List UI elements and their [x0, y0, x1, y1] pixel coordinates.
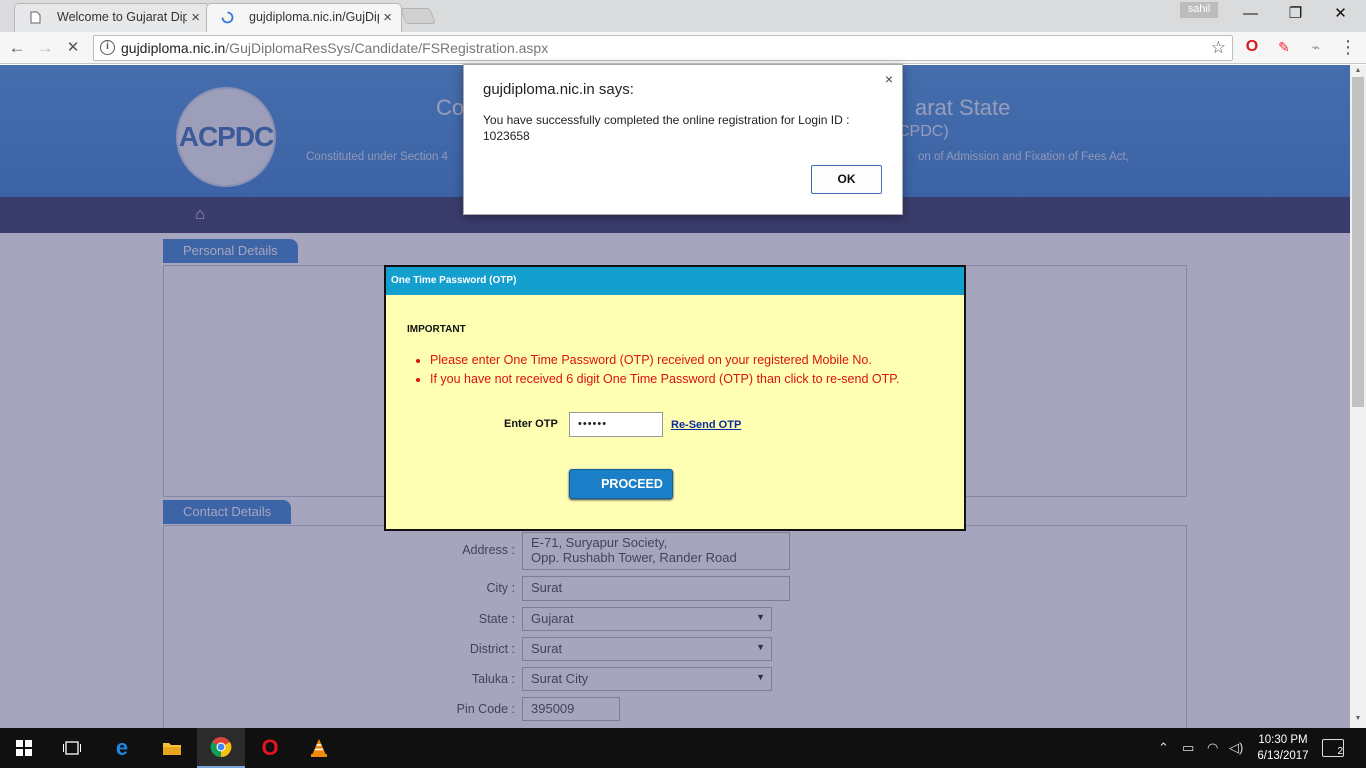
tab-title: gujdiploma.nic.in/GujDip: [249, 10, 379, 24]
volume-icon[interactable]: ◁): [1229, 740, 1243, 756]
task-view-icon[interactable]: [48, 728, 96, 768]
close-window-icon[interactable]: ✕: [1318, 4, 1363, 26]
otp-instructions: Please enter One Time Password (OTP) rec…: [430, 353, 899, 391]
file-explorer-icon[interactable]: [148, 728, 196, 768]
scroll-up-arrow-icon[interactable]: ▲: [1353, 67, 1363, 77]
tab-title: Welcome to Gujarat Dipl: [57, 10, 187, 24]
task-view-glyph: [63, 741, 81, 755]
page-scrollbar[interactable]: ▲ ▼: [1350, 65, 1366, 728]
start-windows-icon[interactable]: [0, 728, 48, 768]
minimize-icon[interactable]: —: [1228, 4, 1273, 26]
wifi-icon[interactable]: ◠: [1207, 740, 1218, 756]
browser-toolbar: ← → ✕ i gujdiploma.nic.in/GujDiplomaResS…: [0, 32, 1366, 64]
proceed-button[interactable]: PROCEED: [569, 469, 673, 499]
chrome-icon[interactable]: [197, 728, 245, 768]
bookmark-star-icon[interactable]: ☆: [1211, 38, 1226, 58]
stop-loading-icon[interactable]: ✕: [62, 37, 84, 59]
clock-date: 6/13/2017: [1257, 750, 1309, 762]
otp-instruction-item: If you have not received 6 digit One Tim…: [430, 372, 899, 386]
alert-title: gujdiploma.nic.in says:: [483, 81, 634, 98]
tray-expand-icon[interactable]: ⌃: [1158, 740, 1169, 756]
pdf-extension-icon[interactable]: ⌁: [1307, 38, 1325, 56]
opera-taskbar-icon[interactable]: O: [246, 728, 294, 768]
chrome-logo-icon: [210, 737, 232, 758]
battery-icon[interactable]: ▭: [1182, 740, 1194, 756]
otp-important-heading: IMPORTANT: [407, 324, 466, 335]
otp-label: Enter OTP: [504, 418, 558, 430]
vlc-icon[interactable]: [295, 728, 343, 768]
clock-time: 10:30 PM: [1258, 734, 1308, 746]
pen-extension-icon[interactable]: ✎: [1275, 38, 1293, 56]
loading-spinner-icon: [221, 11, 234, 24]
browser-tab-bar: Welcome to Gujarat Dipl × gujdiploma.nic…: [0, 0, 1366, 32]
tab-welcome[interactable]: Welcome to Gujarat Dipl ×: [14, 3, 210, 32]
notification-count: 2: [1337, 746, 1343, 757]
info-icon[interactable]: i: [100, 40, 115, 55]
opera-icon[interactable]: O: [1243, 38, 1261, 56]
taskbar-clock[interactable]: 10:30 PM 6/13/2017: [1252, 732, 1314, 764]
tab-registration[interactable]: gujdiploma.nic.in/GujDip ×: [206, 3, 402, 32]
page-icon: [30, 11, 41, 24]
windows-logo-icon: [16, 740, 32, 756]
profile-badge[interactable]: sahil: [1180, 2, 1218, 18]
address-bar[interactable]: i gujdiploma.nic.in/GujDiplomaResSys/Can…: [93, 35, 1233, 61]
notification-center-icon[interactable]: 2: [1322, 739, 1344, 757]
folder-icon: [163, 743, 181, 755]
alert-message-line: You have successfully completed the onli…: [483, 113, 850, 127]
scrollbar-thumb[interactable]: [1352, 77, 1364, 407]
login-id: 1023658: [483, 129, 530, 143]
otp-dialog: One Time Password (OTP) IMPORTANT Please…: [384, 265, 966, 531]
otp-input[interactable]: ••••••: [569, 412, 663, 437]
otp-dialog-header: One Time Password (OTP): [386, 267, 964, 295]
new-tab-button[interactable]: [400, 8, 436, 24]
windows-taskbar: e O ⌃ ▭ ◠ ◁) 10:30 PM 6/13/2017 2: [0, 728, 1366, 768]
url-path: /GujDiplomaResSys/Candidate/FSRegistrati…: [225, 40, 549, 56]
url-text[interactable]: gujdiploma.nic.in/GujDiplomaResSys/Candi…: [121, 40, 548, 56]
vlc-cone-icon: [311, 739, 327, 757]
ok-button[interactable]: OK: [811, 165, 882, 194]
forward-arrow-icon[interactable]: →: [34, 37, 56, 59]
back-arrow-icon[interactable]: ←: [6, 37, 28, 59]
tab-close-icon[interactable]: ×: [191, 4, 200, 31]
url-host: gujdiploma.nic.in: [121, 40, 226, 56]
tab-close-icon[interactable]: ×: [383, 4, 392, 31]
alert-message: You have successfully completed the onli…: [483, 112, 863, 144]
menu-icon[interactable]: ⋮: [1339, 38, 1357, 56]
alert-dialog: gujdiploma.nic.in says: × You have succe…: [463, 64, 903, 215]
otp-instruction-item: Please enter One Time Password (OTP) rec…: [430, 353, 899, 367]
resend-otp-link[interactable]: Re-Send OTP: [671, 419, 741, 431]
edge-browser-icon[interactable]: e: [98, 728, 146, 768]
maximize-icon[interactable]: ❐: [1273, 4, 1318, 26]
scroll-down-arrow-icon[interactable]: ▼: [1353, 715, 1363, 725]
close-icon[interactable]: ×: [885, 71, 893, 87]
